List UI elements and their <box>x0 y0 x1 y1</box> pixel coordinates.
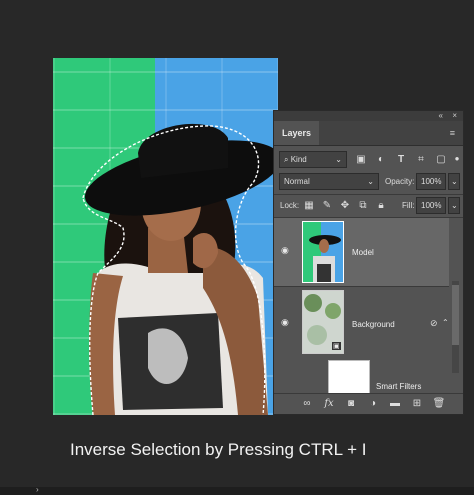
search-icon: ⌕ <box>284 155 291 164</box>
lock-position-icon[interactable]: ✥ <box>338 197 352 214</box>
arrow-icon: › <box>36 485 39 494</box>
fx-icon[interactable]: fx <box>322 397 336 411</box>
mask-icon[interactable]: ◙ <box>344 397 358 411</box>
lock-transparent-icon[interactable]: ▦ <box>302 197 316 214</box>
fill-label: Fill: <box>402 201 415 210</box>
opacity-label: Opacity: <box>385 177 415 186</box>
panel-titlebar: « × <box>274 111 463 121</box>
shape-filter-icon[interactable]: ⌗ <box>414 151 428 168</box>
blend-row: Normal ⌄ Opacity: 100% ⌄ <box>274 171 463 193</box>
eye-icon[interactable]: ◉ <box>281 245 289 256</box>
layer-row-smart-filters[interactable]: Smart Filters <box>274 357 449 395</box>
scrollbar-thumb[interactable] <box>452 285 459 345</box>
layer-name-model[interactable]: Model <box>352 248 374 257</box>
chevron-down-icon: ⌄ <box>367 177 374 186</box>
adjustment-icon[interactable]: ◑ <box>366 397 380 411</box>
fill-dropdown[interactable]: ⌄ <box>448 197 460 214</box>
folder-icon[interactable]: ▬ <box>388 397 402 411</box>
adjustment-filter-icon[interactable]: ◐ <box>374 151 388 168</box>
lock-row: Lock: ▦ ✎ ✥ ⧉ 🔒︎ Fill: 100% ⌄ <box>274 195 463 217</box>
blend-mode-value: Normal <box>284 177 310 186</box>
model-subject <box>82 123 278 415</box>
filter-toggle-icon[interactable]: ● <box>450 150 464 167</box>
canvas-image[interactable] <box>53 58 278 415</box>
layer-row-background[interactable]: ◉ ▣ Background ⊘ ⌃ <box>274 287 449 357</box>
filter-kind-select[interactable]: ⌕ Kind ⌄ <box>279 151 347 168</box>
trash-icon[interactable]: 🗑︎ <box>432 397 446 411</box>
eye-icon[interactable]: ◉ <box>281 317 289 328</box>
filter-row: ⌕ Kind ⌄ ▣ ◐ T ⌗ ▢ ● <box>274 149 463 171</box>
type-filter-icon[interactable]: T <box>394 151 408 168</box>
chevron-down-icon: ⌄ <box>335 155 342 164</box>
panel-tabbar: Layers ≡ <box>274 121 463 146</box>
layer-row-model[interactable]: ◉ Model <box>274 218 449 286</box>
lock-all-icon[interactable]: 🔒︎ <box>374 197 388 214</box>
filter-mask-thumbnail <box>328 360 370 394</box>
footer-strip: › <box>0 485 474 495</box>
lock-label: Lock: <box>280 201 300 210</box>
link-icon[interactable]: ∞ <box>300 397 314 411</box>
new-layer-icon[interactable]: ⊞ <box>410 397 424 411</box>
lock-image-icon[interactable]: ✎ <box>320 197 334 214</box>
smart-object-filter-icon[interactable]: ▢ <box>434 151 448 168</box>
layer-thumbnail <box>302 221 344 283</box>
collapse-icon[interactable]: « <box>439 111 443 121</box>
tab-layers[interactable]: Layers <box>274 121 320 145</box>
pixel-filter-icon[interactable]: ▣ <box>354 151 368 168</box>
layers-bottom-toolbar: ∞ fx ◙ ◑ ▬ ⊞ 🗑︎ <box>274 393 463 414</box>
layer-name-smart-filters[interactable]: Smart Filters <box>376 382 421 391</box>
layers-panel: « × Layers ≡ ⌕ Kind ⌄ ▣ ◐ T ⌗ ▢ ● Normal ⌄… <box>273 110 464 415</box>
smart-filters-indicator-icon[interactable]: ⊘ <box>430 318 438 329</box>
lock-artboard-icon[interactable]: ⧉ <box>356 197 370 214</box>
model-thumbnail-image <box>303 222 343 282</box>
chevron-up-icon[interactable]: ⌃ <box>442 318 449 327</box>
opacity-dropdown[interactable]: ⌄ <box>448 173 460 190</box>
panel-menu-icon[interactable]: ≡ <box>450 128 455 138</box>
layer-name-background[interactable]: Background <box>352 320 395 329</box>
layers-scrollbar[interactable] <box>452 281 459 373</box>
close-icon[interactable]: × <box>452 111 457 121</box>
fill-input[interactable]: 100% <box>416 197 446 214</box>
blend-mode-select[interactable]: Normal ⌄ <box>279 173 379 190</box>
opacity-input[interactable]: 100% <box>416 173 446 190</box>
caption-text: Inverse Selection by Pressing CTRL + I <box>70 440 367 459</box>
filter-kind-value: Kind <box>290 155 307 164</box>
smart-object-badge-icon: ▣ <box>332 342 341 350</box>
